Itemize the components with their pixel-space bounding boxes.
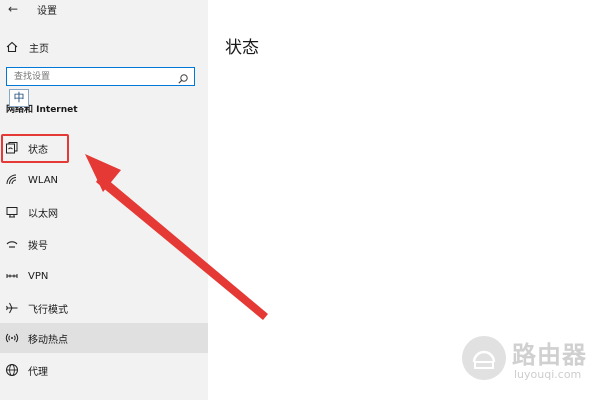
ethernet-icon [5, 205, 19, 219]
vpn-icon [5, 269, 19, 283]
sidebar-item-label: 移动热点 [28, 334, 68, 346]
sidebar-item-proxy[interactable]: 代理 [0, 355, 208, 385]
sidebar-item-label: 以太网 [28, 208, 58, 220]
sidebar-item-label: WLAN [28, 174, 59, 186]
sidebar-item-ethernet[interactable]: 以太网 [0, 197, 208, 227]
app-title: 设置 [37, 6, 57, 17]
watermark: 路由器 luyouqi.com [458, 330, 598, 386]
sidebar-item-wlan[interactable]: WLAN [0, 165, 208, 195]
sidebar-item-label: VPN [28, 270, 49, 282]
home-icon [5, 40, 19, 54]
back-button[interactable]: ← [5, 1, 21, 17]
home-label: 主页 [29, 43, 49, 55]
airplane-icon [5, 301, 19, 315]
dialup-icon [5, 237, 19, 251]
page-title: 状态 [225, 38, 259, 58]
ime-indicator: 中 [9, 89, 29, 107]
watermark-url: luyouqi.com [514, 368, 582, 381]
wifi-icon [5, 173, 19, 187]
sidebar-item-status[interactable]: 状态 [0, 133, 208, 163]
watermark-logo [462, 336, 506, 380]
sidebar-item-label: 状态 [28, 144, 48, 156]
hotspot-icon [5, 331, 19, 345]
search-box[interactable] [6, 67, 195, 86]
sidebar-item-mobile-hotspot[interactable]: 移动热点 [0, 323, 208, 353]
sidebar-item-label: 代理 [28, 366, 48, 378]
status-icon [5, 141, 19, 155]
sidebar-item-label: 飞行模式 [28, 304, 68, 316]
sidebar-item-airplane-mode[interactable]: 飞行模式 [0, 293, 208, 323]
sidebar-item-dialup[interactable]: 拨号 [0, 229, 208, 259]
proxy-globe-icon [5, 363, 19, 377]
sidebar-item-label: 拨号 [28, 240, 48, 252]
watermark-text: 路由器 [512, 341, 587, 369]
sidebar: ← 设置 主页 网络和 Internet 中 状态 WLAN 以太网 [0, 0, 208, 400]
home-nav-item[interactable]: 主页 [5, 38, 195, 56]
search-input[interactable] [7, 68, 174, 85]
sidebar-item-vpn[interactable]: VPN [0, 261, 208, 291]
search-icon[interactable] [177, 70, 189, 84]
